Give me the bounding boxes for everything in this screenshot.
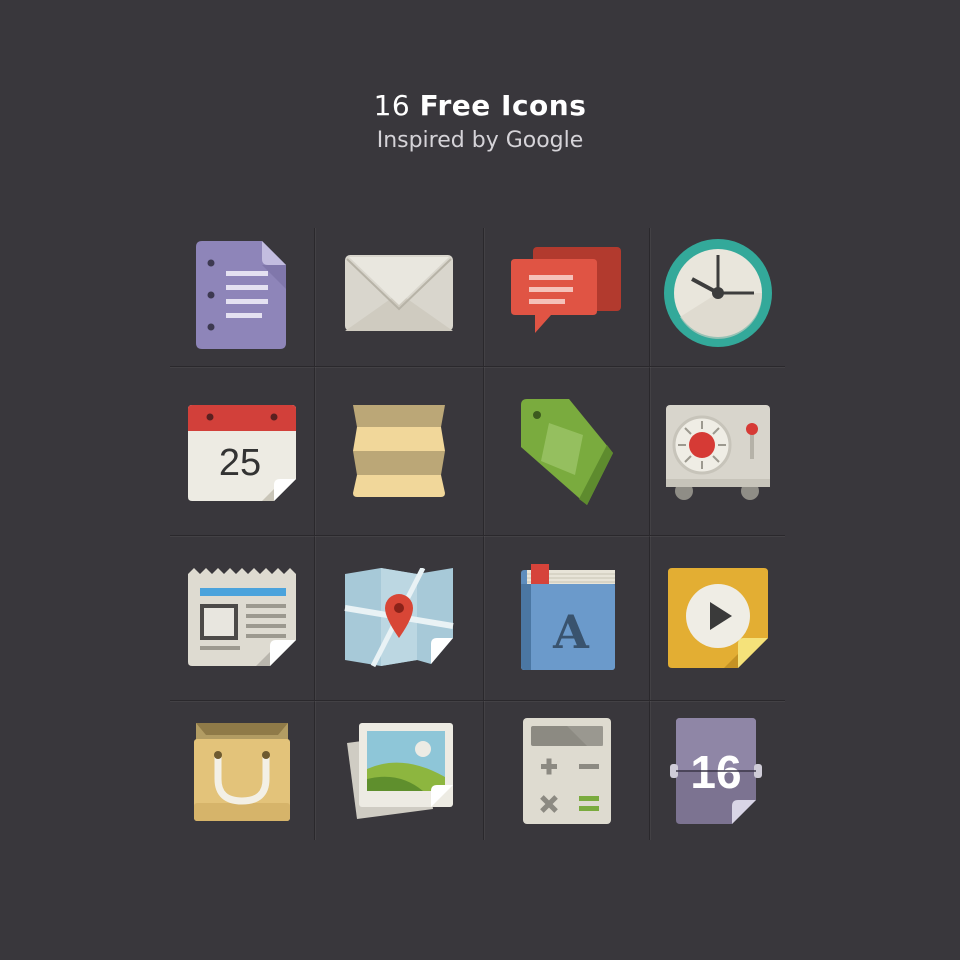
- icon-grid: 25 A 16: [170, 220, 785, 840]
- date-flip-icon[interactable]: 16: [650, 701, 785, 840]
- title-text: Free Icons: [419, 89, 587, 122]
- safe-icon[interactable]: [650, 367, 785, 535]
- shopping-bag-icon[interactable]: [170, 701, 314, 840]
- calculator-icon[interactable]: [484, 701, 649, 840]
- book-letter: A: [552, 605, 590, 659]
- play-icon[interactable]: [650, 536, 785, 700]
- calendar-day: 25: [219, 442, 261, 484]
- newspaper-icon[interactable]: [170, 536, 314, 700]
- book-icon[interactable]: A: [484, 536, 649, 700]
- title-number: 16: [373, 89, 411, 122]
- date-number: 16: [690, 746, 741, 798]
- folded-paper-icon[interactable]: [315, 367, 483, 535]
- tag-icon[interactable]: [484, 367, 649, 535]
- map-icon[interactable]: [315, 536, 483, 700]
- photos-icon[interactable]: [315, 701, 483, 840]
- header: 16 Free Icons Inspired by Google: [0, 86, 960, 156]
- page-subtitle: Inspired by Google: [376, 128, 584, 153]
- clock-icon[interactable]: [650, 220, 785, 366]
- chat-icon[interactable]: [484, 220, 649, 366]
- mail-icon[interactable]: [315, 220, 483, 366]
- calendar-icon[interactable]: 25: [170, 367, 314, 535]
- page-title: 16 Free Icons: [0, 86, 960, 126]
- document-icon[interactable]: [170, 220, 314, 366]
